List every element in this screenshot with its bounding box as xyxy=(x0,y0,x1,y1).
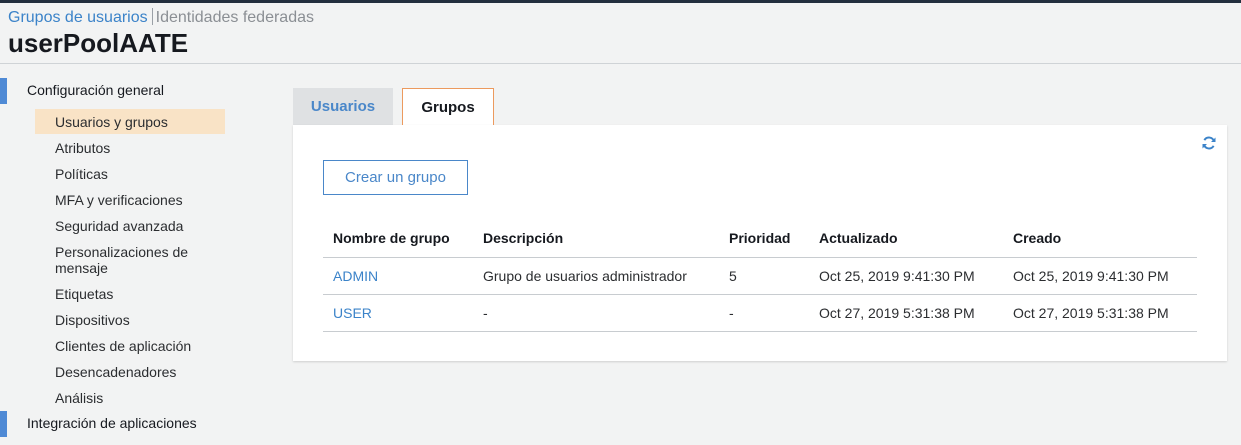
sidebar-section-label: Configuración general xyxy=(27,82,164,98)
sidebar-item-label: Personalizaciones de mensaje xyxy=(55,244,189,276)
create-group-button[interactable]: Crear un grupo xyxy=(323,160,468,195)
cell-updated: Oct 25, 2019 9:41:30 PM xyxy=(809,257,1003,295)
cell-created: Oct 27, 2019 5:31:38 PM xyxy=(1003,294,1197,332)
sidebar-section-label: Integración de aplicaciones xyxy=(27,415,197,431)
cell-description: Grupo de usuarios administrador xyxy=(473,257,719,295)
sidebar-item-label: Análisis xyxy=(55,390,104,406)
sidebar-item-devices[interactable]: Dispositivos xyxy=(35,307,225,332)
sidebar-item-advanced-security[interactable]: Seguridad avanzada xyxy=(35,213,225,238)
column-header-created[interactable]: Creado xyxy=(1003,220,1197,258)
group-name-link[interactable]: USER xyxy=(333,305,372,321)
cell-priority: 5 xyxy=(719,257,809,295)
column-header-updated[interactable]: Actualizado xyxy=(809,220,1003,258)
section-indicator xyxy=(0,78,7,104)
breadcrumb-separator xyxy=(151,8,153,25)
sidebar-item-analytics[interactable]: Análisis xyxy=(35,385,225,410)
sidebar-item-app-clients[interactable]: Clientes de aplicación xyxy=(35,333,225,358)
sidebar-item-label: Políticas xyxy=(55,166,108,182)
breadcrumb-federated-identities-link[interactable]: Identidades federadas xyxy=(156,9,314,26)
tab-users[interactable]: Usuarios xyxy=(293,88,393,125)
tab-groups[interactable]: Grupos xyxy=(402,88,494,126)
sidebar-item-policies[interactable]: Políticas xyxy=(35,161,225,186)
column-header-priority[interactable]: Prioridad xyxy=(719,220,809,258)
sidebar-item-label: Seguridad avanzada xyxy=(55,218,184,234)
table-header-row: Nombre de grupo Descripción Prioridad Ac… xyxy=(323,220,1197,258)
page-title: userPoolAATE xyxy=(8,28,189,58)
column-header-group-name[interactable]: Nombre de grupo xyxy=(323,220,473,258)
sidebar-item-label: Dispositivos xyxy=(55,312,130,328)
sidebar-item-message-customizations[interactable]: Personalizaciones de mensaje xyxy=(35,239,215,280)
cell-updated: Oct 27, 2019 5:31:38 PM xyxy=(809,294,1003,332)
sidebar-item-label: Etiquetas xyxy=(55,286,114,302)
groups-table: Nombre de grupo Descripción Prioridad Ac… xyxy=(323,220,1197,332)
breadcrumb-user-groups-link[interactable]: Grupos de usuarios xyxy=(8,9,148,26)
sidebar-section-general[interactable]: Configuración general xyxy=(0,78,240,104)
sidebar-item-label: MFA y verificaciones xyxy=(55,192,183,208)
group-name-link[interactable]: ADMIN xyxy=(333,268,378,284)
breadcrumb: Grupos de usuarios Identidades federadas xyxy=(8,8,314,27)
sidebar-item-attributes[interactable]: Atributos xyxy=(35,135,225,160)
sidebar-item-label: Usuarios y grupos xyxy=(55,114,168,130)
sidebar-item-triggers[interactable]: Desencadenadores xyxy=(35,359,225,384)
cell-created: Oct 25, 2019 9:41:30 PM xyxy=(1003,257,1197,295)
groups-panel: Crear un grupo Nombre de grupo Descripci… xyxy=(293,125,1227,361)
page-header: Grupos de usuarios Identidades federadas … xyxy=(0,3,1241,64)
cell-priority: - xyxy=(719,294,809,332)
sidebar-item-label: Clientes de aplicación xyxy=(55,338,192,354)
section-indicator xyxy=(0,411,7,437)
sidebar-item-label: Atributos xyxy=(55,140,111,156)
cell-description: - xyxy=(473,294,719,332)
table-row: ADMIN Grupo de usuarios administrador 5 … xyxy=(323,257,1197,295)
sidebar-item-mfa[interactable]: MFA y verificaciones xyxy=(35,187,225,212)
cell-group-name: USER xyxy=(323,294,473,332)
sidebar: Configuración general Usuarios y grupos … xyxy=(0,78,240,437)
column-header-description[interactable]: Descripción xyxy=(473,220,719,258)
sidebar-item-tags[interactable]: Etiquetas xyxy=(35,281,225,306)
table-row: USER - - Oct 27, 2019 5:31:38 PM Oct 27,… xyxy=(323,294,1197,332)
sidebar-item-label: Desencadenadores xyxy=(55,364,177,380)
refresh-icon[interactable] xyxy=(1201,135,1217,151)
cell-group-name: ADMIN xyxy=(323,257,473,295)
sidebar-section-app-integration[interactable]: Integración de aplicaciones xyxy=(0,411,240,437)
sidebar-item-users-groups[interactable]: Usuarios y grupos xyxy=(35,109,225,134)
